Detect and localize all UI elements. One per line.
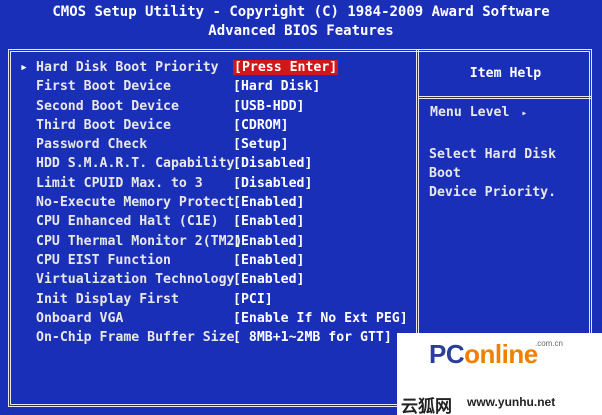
menu-item-label: Second Boot Device	[36, 98, 179, 114]
watermark-footer: 云狐网 www.yunhu.net	[397, 389, 602, 415]
menu-item-value-text: [Enabled]	[233, 233, 305, 249]
help-title-divider	[419, 96, 592, 99]
menu-item-value[interactable]: [Enabled]	[233, 251, 304, 270]
menu-item-value-text: [Disabled]	[233, 156, 313, 172]
menu-item-label: HDD S.M.A.R.T. Capability	[36, 156, 235, 172]
menu-item-value[interactable]: [Hard Disk]	[233, 77, 320, 96]
menu-item-label: Limit CPUID Max. to 3	[36, 175, 203, 191]
item-help-text: Select Hard Disk Boot Device Priority.	[429, 147, 557, 200]
menu-item-value-text: [Press Enter]	[233, 60, 339, 75]
menu-item-value[interactable]: [Press Enter]	[233, 58, 339, 77]
menu-row[interactable]: CPU EIST Function [Enabled]	[20, 251, 415, 270]
menu-item-label: CPU Enhanced Halt (C1E)	[36, 214, 219, 230]
menu-item-value[interactable]: [Enable If No Ext PEG]	[233, 309, 408, 328]
menu-item-value-text: [CDROM]	[233, 117, 289, 133]
menu-item-label: Onboard VGA	[36, 310, 124, 326]
menu-row[interactable]: Virtualization Technology [Enabled]	[20, 270, 415, 289]
menu-item-value[interactable]: [Enabled]	[233, 232, 304, 251]
menu-row[interactable]: CPU Thermal Monitor 2(TM2) [Enabled]	[20, 232, 415, 251]
menu-row[interactable]: No-Execute Memory Protect [Enabled]	[20, 193, 415, 212]
menu-row[interactable]: HDD S.M.A.R.T. Capability [Disabled]	[20, 154, 415, 173]
menu-row[interactable]: Limit CPUID Max. to 3 [Disabled]	[20, 174, 415, 193]
menu-row[interactable]: ▸ Hard Disk Boot Priority [Press Enter]	[20, 58, 415, 77]
menu-item-value[interactable]: [Disabled]	[233, 154, 312, 173]
watermark-url: www.yunhu.net	[467, 395, 556, 409]
menu-item-label: First Boot Device	[36, 79, 171, 95]
menu-item-label: Third Boot Device	[36, 117, 171, 133]
menu-row[interactable]: Onboard VGA [Enable If No Ext PEG]	[20, 309, 415, 328]
menu-item-value-text: [USB-HDD]	[233, 98, 305, 114]
menu-item-label: Virtualization Technology	[36, 272, 235, 288]
menu-item-value-text: [Disabled]	[233, 175, 313, 191]
menu-item-label: CPU Thermal Monitor 2(TM2)	[36, 233, 243, 249]
menu-item-value-text: [Enabled]	[233, 252, 305, 268]
menu-item-value-text: [Setup]	[233, 137, 289, 153]
menu-level: Menu Level ▸	[430, 105, 527, 120]
menu-item-label: No-Execute Memory Protect	[36, 195, 235, 211]
item-help-title: Item Help	[469, 66, 542, 81]
menu-item-label: Hard Disk Boot Priority	[36, 60, 219, 75]
menu-item-value[interactable]: [PCI]	[233, 290, 273, 309]
menu-row[interactable]: Second Boot Device [USB-HDD]	[20, 97, 415, 116]
menu-row[interactable]: On-Chip Frame Buffer Size[ 8MB+1~2MB for…	[20, 328, 415, 347]
menu-item-value[interactable]: [Setup]	[233, 135, 289, 154]
pconline-logo: PConline	[429, 339, 538, 369]
menu-row[interactable]: First Boot Device [Hard Disk]	[20, 77, 415, 96]
page-title: Advanced BIOS Features	[208, 23, 394, 39]
menu-item-value-text: [Enabled]	[233, 214, 305, 230]
menu-item-value[interactable]: [Enabled]	[233, 270, 304, 289]
watermark-domain: .com.cn	[535, 339, 564, 348]
menu-item-label: CPU EIST Function	[36, 252, 171, 268]
menu-row[interactable]: Password Check [Setup]	[20, 135, 415, 154]
menu-item-value[interactable]: [Disabled]	[233, 174, 312, 193]
menu-row[interactable]: CPU Enhanced Halt (C1E) [Enabled]	[20, 212, 415, 231]
menu-item-label: Init Display First	[36, 291, 179, 307]
menu-item-value[interactable]: [ 8MB+1~2MB for GTT]	[233, 328, 392, 347]
menu-row[interactable]: Init Display First [PCI]	[20, 290, 415, 309]
settings-menu: ▸ Hard Disk Boot Priority [Press Enter] Fir…	[20, 58, 415, 347]
utility-title: CMOS Setup Utility - Copyright (C) 1984-…	[52, 4, 550, 20]
watermark: PConline .com.cn 云狐网 www.yunhu.net	[397, 333, 602, 415]
menu-item-value-text: [Enabled]	[233, 195, 305, 211]
menu-item-value-text: [Enabled]	[233, 272, 305, 288]
watermark-site-name: 云狐网	[401, 397, 452, 415]
menu-item-value[interactable]: [Enabled]	[233, 193, 304, 212]
menu-item-value-text: [Enable If No Ext PEG]	[233, 310, 408, 326]
menu-item-value-text: [ 8MB+1~2MB for GTT]	[233, 330, 392, 346]
menu-item-value-text: [Hard Disk]	[233, 79, 321, 95]
menu-item-label: On-Chip Frame Buffer Size	[36, 330, 235, 346]
menu-item-label: Password Check	[36, 137, 148, 153]
menu-item-value-text: [PCI]	[233, 291, 273, 307]
menu-item-value[interactable]: [CDROM]	[233, 116, 289, 135]
menu-row[interactable]: Third Boot Device [CDROM]	[20, 116, 415, 135]
triangle-right-icon: ▸	[521, 108, 528, 119]
menu-level-label: Menu Level	[430, 105, 510, 120]
selection-arrow-icon: ▸	[20, 60, 28, 75]
menu-item-value[interactable]: [USB-HDD]	[233, 97, 304, 116]
menu-item-value[interactable]: [Enabled]	[233, 212, 304, 231]
bios-header: CMOS Setup Utility - Copyright (C) 1984-…	[0, 0, 602, 47]
